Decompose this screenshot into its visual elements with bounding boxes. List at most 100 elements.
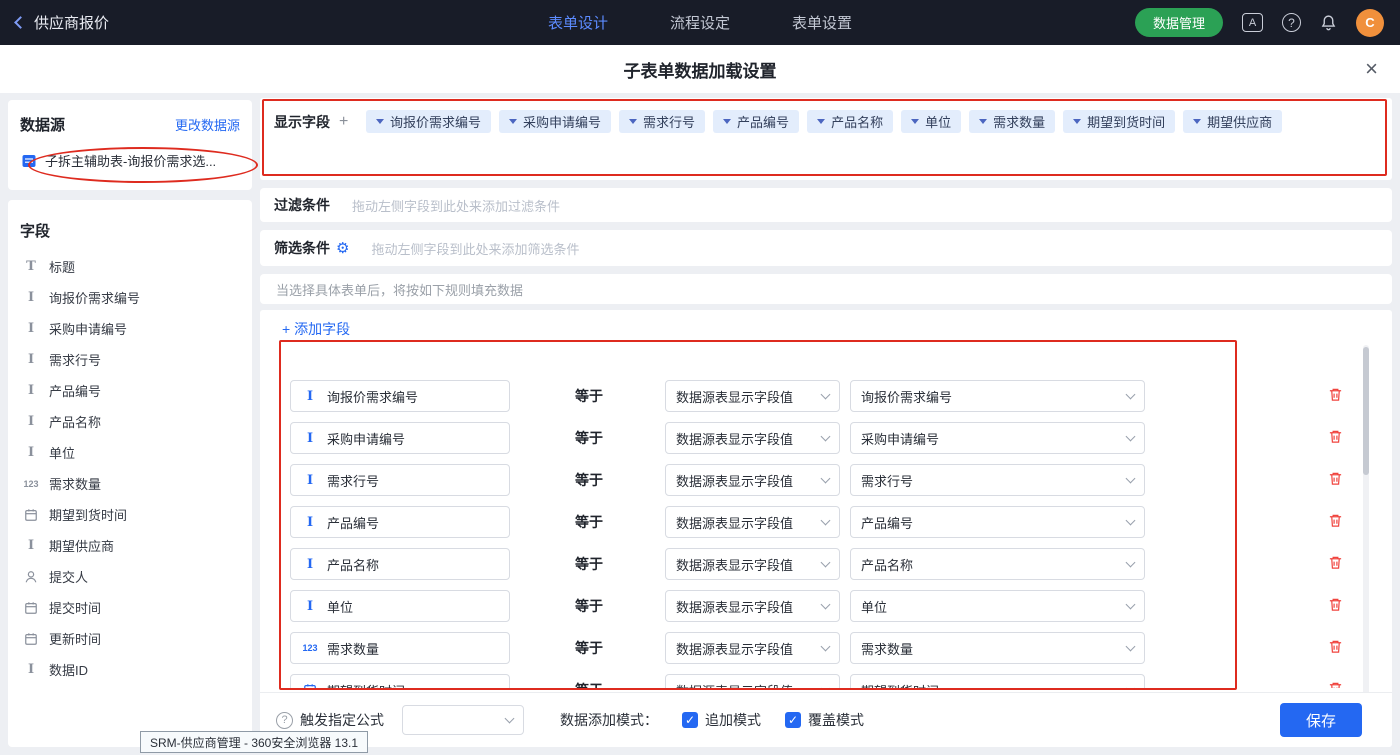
delete-row-button[interactable] [1328,513,1343,528]
date-field-icon [22,508,40,522]
rule-source-select[interactable]: 数据源表显示字段值 [665,548,840,580]
rule-field-box[interactable]: I单位 [290,590,510,622]
rule-source-select[interactable]: 数据源表显示字段值 [665,506,840,538]
rule-target-select[interactable]: 产品编号 [850,506,1145,538]
rule-field-box[interactable]: I采购申请编号 [290,422,510,454]
scrollbar-thumb[interactable] [1363,347,1369,475]
display-field-chip[interactable]: 询报价需求编号 [366,110,491,133]
close-icon[interactable]: × [1365,56,1378,82]
rule-target-select[interactable]: 产品名称 [850,548,1145,580]
tab-流程设定[interactable]: 流程设定 [670,12,730,33]
delete-row-button[interactable] [1328,597,1343,612]
chevron-down-icon[interactable] [1073,119,1081,124]
rule-field-box[interactable]: I产品名称 [290,548,510,580]
field-item[interactable]: I询报价需求编号 [8,282,252,313]
delete-row-button[interactable] [1328,429,1343,444]
back-nav[interactable]: 供应商报价 [16,0,109,45]
chevron-down-icon [821,557,831,567]
scrollbar-track[interactable] [1363,345,1369,698]
field-item[interactable]: I单位 [8,437,252,468]
display-field-chip[interactable]: 产品编号 [713,110,799,133]
chevron-down-icon [821,683,831,688]
delete-row-button[interactable] [1328,387,1343,402]
chevron-down-icon[interactable] [509,119,517,124]
data-manage-button[interactable]: 数据管理 [1135,8,1223,37]
rule-source-select[interactable]: 数据源表显示字段值 [665,380,840,412]
back-chevron-icon[interactable] [14,16,27,29]
delete-row-button[interactable] [1328,555,1343,570]
datasource-item[interactable]: 子拆主辅助表-询报价需求选... [20,151,240,170]
delete-row-button[interactable] [1328,681,1343,688]
rule-source-select[interactable]: 数据源表显示字段值 [665,632,840,664]
rule-field-box[interactable]: 期望到货时间 [290,674,510,688]
display-field-chip[interactable]: 需求行号 [619,110,705,133]
rule-field-box[interactable]: I需求行号 [290,464,510,496]
rule-source-select[interactable]: 数据源表显示字段值 [665,464,840,496]
rule-target-select[interactable]: 期望到货时间 [850,674,1145,688]
chevron-down-icon[interactable] [911,119,919,124]
field-item[interactable]: T标题 [8,251,252,282]
display-field-chip[interactable]: 产品名称 [807,110,893,133]
add-field-link[interactable]: + 添加字段 [282,319,350,339]
chevron-down-icon[interactable] [723,119,731,124]
mode-checkbox-追加模式[interactable]: ✓追加模式 [682,710,761,730]
display-field-chip[interactable]: 需求数量 [969,110,1055,133]
field-item[interactable]: I产品编号 [8,375,252,406]
chevron-down-icon[interactable] [979,119,987,124]
help-icon[interactable]: ? [1282,13,1301,32]
chevron-down-icon[interactable] [376,119,384,124]
display-field-chip[interactable]: 期望供应商 [1183,110,1282,133]
change-datasource-link[interactable]: 更改数据源 [175,115,240,134]
rule-field-box[interactable]: I询报价需求编号 [290,380,510,412]
rule-source-select[interactable]: 数据源表显示字段值 [665,674,840,688]
field-item[interactable]: I产品名称 [8,406,252,437]
table-doc-icon [20,153,38,169]
field-item[interactable]: 提交人 [8,561,252,592]
rule-source-select[interactable]: 数据源表显示字段值 [665,422,840,454]
avatar[interactable]: C [1356,9,1384,37]
checkbox-icon[interactable]: ✓ [682,712,698,728]
field-item[interactable]: I采购申请编号 [8,313,252,344]
rule-target-select[interactable]: 单位 [850,590,1145,622]
filter-drop-zone[interactable]: 拖动左侧字段到此处来添加过滤条件 [352,196,560,215]
display-field-chip[interactable]: 采购申请编号 [499,110,611,133]
formula-label: 触发指定公式 [300,710,384,730]
delete-row-button[interactable] [1328,639,1343,654]
date-field-icon [22,632,40,646]
field-item[interactable]: 提交时间 [8,592,252,623]
field-item[interactable]: 更新时间 [8,623,252,654]
formula-select[interactable] [402,705,524,735]
bell-icon[interactable] [1320,14,1337,31]
field-item[interactable]: I需求行号 [8,344,252,375]
chevron-down-icon[interactable] [817,119,825,124]
field-item[interactable]: I期望供应商 [8,530,252,561]
chevron-down-icon[interactable] [629,119,637,124]
field-item-label: 期望到货时间 [49,505,127,524]
rule-target-select[interactable]: 需求行号 [850,464,1145,496]
tab-表单设计[interactable]: 表单设计 [548,12,608,33]
rule-target-select[interactable]: 采购申请编号 [850,422,1145,454]
rule-field-box[interactable]: I产品编号 [290,506,510,538]
tab-表单设置[interactable]: 表单设置 [792,12,852,33]
rule-target-select[interactable]: 需求数量 [850,632,1145,664]
checkbox-icon[interactable]: ✓ [785,712,801,728]
display-field-chip[interactable]: 期望到货时间 [1063,110,1175,133]
rule-source-select[interactable]: 数据源表显示字段值 [665,590,840,622]
field-item[interactable]: 期望到货时间 [8,499,252,530]
translate-icon[interactable]: A [1242,13,1263,32]
display-field-chip[interactable]: 单位 [901,110,961,133]
field-item[interactable]: I数据ID [8,654,252,685]
rule-field-box[interactable]: 123需求数量 [290,632,510,664]
mode-checkbox-覆盖模式[interactable]: ✓覆盖模式 [785,710,864,730]
rule-row: I需求行号等于数据源表显示字段值需求行号 [260,456,1392,498]
rule-target-select[interactable]: 询报价需求编号 [850,380,1145,412]
display-field-chip-label: 询报价需求编号 [390,112,481,131]
gear-icon[interactable]: ⚙ [336,241,349,256]
screen-drop-zone[interactable]: 拖动左侧字段到此处来添加筛选条件 [371,239,579,258]
chevron-down-icon[interactable] [1193,119,1201,124]
screen-condition-label: 筛选条件 [274,238,330,258]
field-item[interactable]: 123需求数量 [8,468,252,499]
delete-row-button[interactable] [1328,471,1343,486]
save-button[interactable]: 保存 [1280,703,1362,737]
add-display-field-button[interactable]: + [339,114,348,130]
